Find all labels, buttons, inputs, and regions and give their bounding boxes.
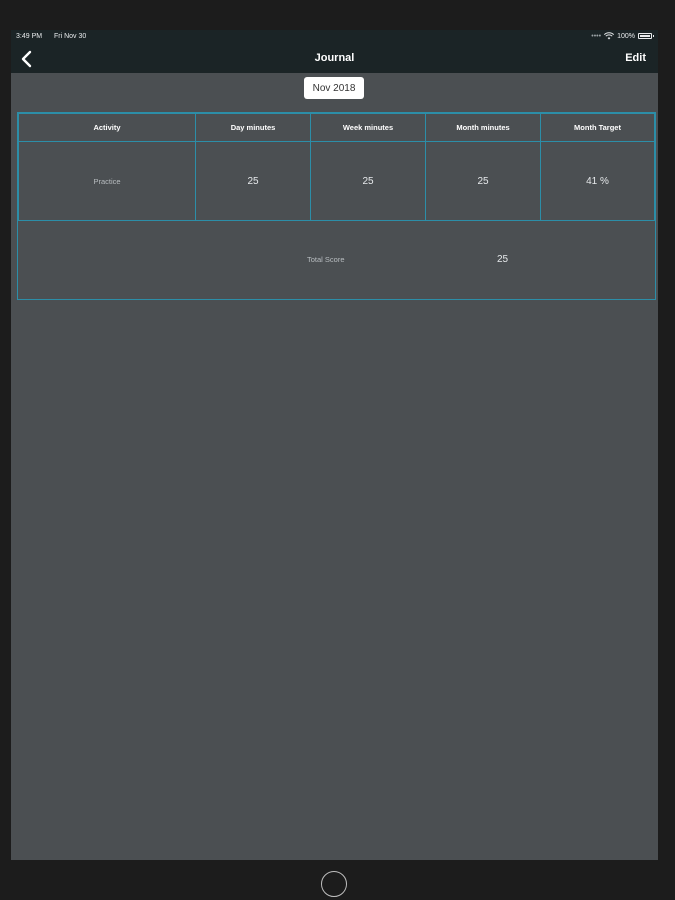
row-week-minutes: 25 [310,141,426,221]
home-button[interactable] [321,871,347,897]
app-screen: 3:49 PM Fri Nov 30 •••• 100% Journal Edi… [11,30,658,860]
header-month-target: Month Target [540,113,655,142]
status-time: 3:49 PM [16,33,43,40]
status-indicators: •••• 100% [591,32,654,40]
page-title: Journal [314,52,355,64]
month-picker[interactable]: Nov 2018 [304,77,364,99]
battery-icon [638,33,654,39]
edit-button[interactable]: Edit [625,52,646,64]
header-month-minutes: Month minutes [425,113,541,142]
battery-percent: 100% [617,32,635,40]
total-row: Total Score 25 [18,220,655,299]
row-day-minutes: 25 [195,141,311,221]
signal-icon: •••• [591,32,602,40]
wifi-icon [604,32,615,40]
status-bar: 3:49 PM Fri Nov 30 •••• 100% [11,30,658,44]
row-month-target: 41 % [540,141,655,221]
journal-table: Activity Day minutes Week minutes Month … [17,112,656,300]
total-score-value: 25 [497,254,509,265]
row-month-minutes: 25 [425,141,541,221]
status-date: Fri Nov 30 [54,33,87,40]
total-score-label: Total Score [307,255,345,264]
header-week-minutes: Week minutes [310,113,426,142]
header-day-minutes: Day minutes [195,113,311,142]
header-activity: Activity [18,113,196,142]
nav-bar: Journal Edit [11,44,658,73]
row-activity: Practice [18,141,196,221]
